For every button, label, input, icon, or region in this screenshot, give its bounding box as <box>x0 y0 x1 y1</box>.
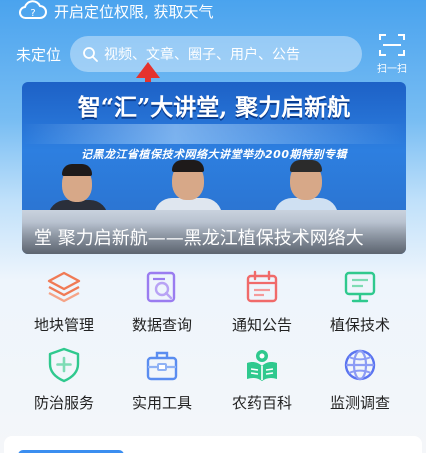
scan-button[interactable]: 扫一扫 <box>372 32 412 76</box>
location-label[interactable]: 未定位 <box>16 44 61 65</box>
cloud-question-icon: ? <box>19 0 47 19</box>
grid-item-label: 实用工具 <box>131 394 192 412</box>
banner-carousel[interactable]: 智“汇”大讲堂, 聚力启新航 记黑龙江省植保技术网络大讲堂举办200期特别专辑 … <box>22 82 406 254</box>
scan-icon <box>379 34 405 56</box>
search-placeholder: 视频、文章、圈子、用户、公告 <box>104 47 300 63</box>
weather-bar[interactable]: ? 开启定位权限, 获取天气 <box>0 0 426 22</box>
globe-icon <box>344 349 376 381</box>
header: 未定位 视频、文章、圈子、用户、公告 扫一扫 <box>0 32 426 76</box>
layers-icon <box>47 271 81 303</box>
banner-subtitle: 记黑龙江省植保技术网络大讲堂举办200期特别专辑 <box>81 148 347 161</box>
banner-caption: 堂 聚力启新航——黑龙江植保技术网络大 <box>22 222 406 254</box>
grid-item-tools[interactable]: 实用工具 <box>112 346 212 420</box>
grid-item-label: 防治服务 <box>33 394 94 412</box>
grid-item-control-service[interactable]: 防治服务 <box>14 346 114 420</box>
grid-item-label: 植保技术 <box>329 316 390 334</box>
grid-item-notices[interactable]: 通知公告 <box>212 268 312 342</box>
grid-item-label: 数据查询 <box>131 316 192 334</box>
shield-plus-icon <box>48 347 80 383</box>
banner-title: 智“汇”大讲堂, 聚力启新航 <box>77 94 351 121</box>
grid-item-label: 通知公告 <box>231 316 292 334</box>
weather-prompt-text: 开启定位权限, 获取天气 <box>54 2 214 21</box>
scan-label: 扫一扫 <box>377 64 407 75</box>
grid-item-monitoring-survey[interactable]: 监测调查 <box>310 346 410 420</box>
grid-item-data-query[interactable]: 数据查询 <box>112 268 212 342</box>
grid-item-plant-protection[interactable]: 植保技术 <box>310 268 410 342</box>
svg-text:?: ? <box>30 8 35 19</box>
grid-item-label: 地块管理 <box>33 316 94 334</box>
calendar-icon <box>246 270 278 303</box>
grid-item-label: 农药百科 <box>231 394 292 412</box>
grid-item-pesticide-encyclopedia[interactable]: 农药百科 <box>212 346 312 420</box>
search-icon <box>83 47 98 62</box>
grid-item-label: 监测调查 <box>329 394 390 412</box>
toolbox-icon <box>146 351 178 381</box>
grid-item-land-management[interactable]: 地块管理 <box>14 268 114 342</box>
banner-light-ray <box>22 124 406 144</box>
search-document-icon <box>146 271 176 303</box>
search-input[interactable]: 视频、文章、圈子、用户、公告 <box>70 36 362 72</box>
monitor-icon <box>344 271 376 303</box>
content-card <box>4 436 422 453</box>
function-grid: 地块管理 数据查询 通知公告 植保技术 防治服务 实用工具 农药百科 监测调查 <box>0 268 426 428</box>
book-leaf-icon <box>247 350 277 381</box>
